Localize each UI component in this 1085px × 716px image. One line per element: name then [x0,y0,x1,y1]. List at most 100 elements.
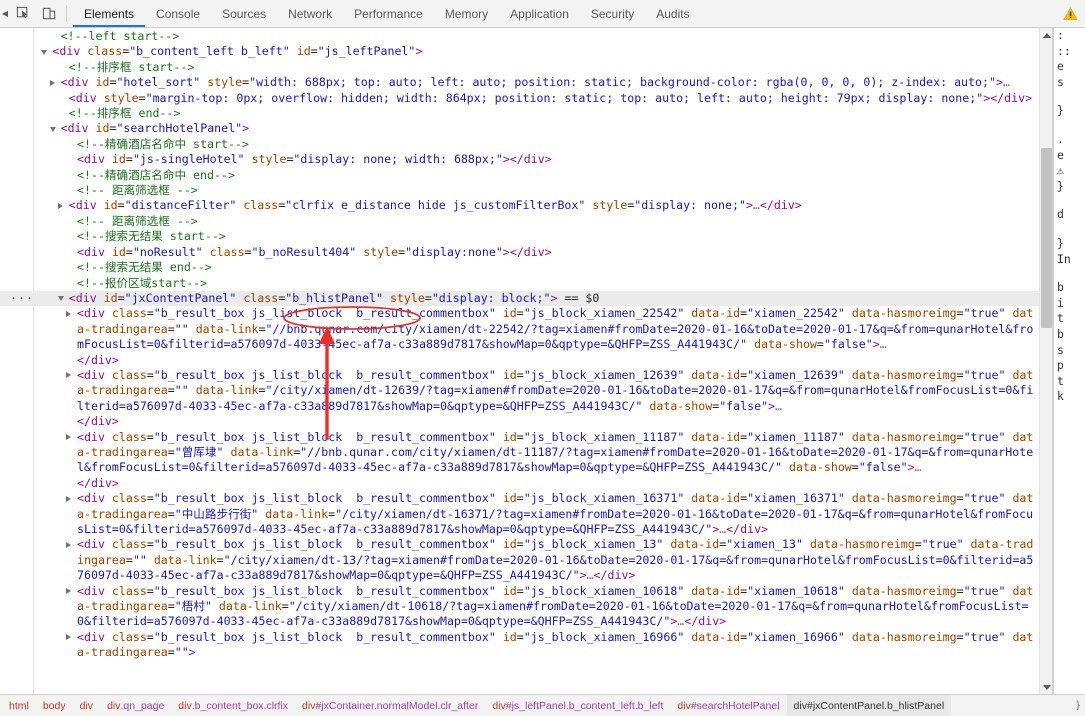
tab-console[interactable]: Console [145,0,211,27]
styles-strip-line[interactable]: : [1054,28,1085,44]
dom-attr-value[interactable]: "js_leftPanel" [318,44,416,58]
dom-attr-name[interactable]: id [104,198,118,212]
dom-tree-row[interactable]: <div class="b_result_box js_list_block b… [0,537,1039,583]
dom-attr-name[interactable]: data-link [219,599,282,613]
dom-attr-name[interactable]: data-hasmoreimg [852,430,957,444]
dom-attr-value[interactable]: "js-singleHotel" [133,152,245,166]
dom-attr-name[interactable]: data-hasmoreimg [852,368,957,382]
dom-attr-value[interactable]: "xiamen_16371" [747,491,845,505]
dom-attr-name[interactable]: class [112,584,147,598]
tab-network[interactable]: Network [277,0,343,27]
dom-attr-name[interactable]: class [112,430,147,444]
dom-attr-value[interactable]: "" [175,322,189,336]
dom-attr-name[interactable]: data-link [230,445,293,459]
dom-attr-value[interactable]: "true" [964,491,1006,505]
dom-attr-value[interactable]: "b_result_box js_list_block b_result_com… [154,537,496,551]
tab-application[interactable]: Application [499,0,580,27]
dom-tree-row[interactable]: </div> [0,353,1039,368]
dom-tree-row[interactable]: <!-- 距离筛选框 --> [0,183,1039,198]
dom-attr-name[interactable]: style [592,198,627,212]
dom-attr-value[interactable]: "b_noResult404" [252,245,357,259]
dom-attr-name[interactable]: id [104,291,118,305]
dom-attr-value[interactable]: "clrfix e_distance hide js_customFilterB… [285,198,585,212]
breadcrumb-item[interactable]: div #jxContentPanel.b_hlistPanel [786,695,952,716]
scroll-down-arrow-icon[interactable] [1040,680,1052,694]
dom-attr-value[interactable]: "b_result_box js_list_block b_result_com… [154,368,496,382]
dom-attr-value[interactable]: "xiamen_12639" [747,368,845,382]
dom-expand-toggle-icon[interactable] [41,49,48,55]
dom-attr-name[interactable]: data-id [670,537,719,551]
dom-attr-value[interactable]: "true" [922,537,964,551]
dom-attr-value[interactable]: "noResult" [133,245,203,259]
dom-attr-name[interactable]: id [503,430,517,444]
tab-sources[interactable]: Sources [211,0,277,27]
dom-attr-name[interactable]: class [243,291,278,305]
dom-attr-value[interactable]: "曾厍埭" [175,445,224,459]
dom-tree-row[interactable]: <!--left start--> [0,29,1039,44]
dom-attr-name[interactable]: data-id [691,630,740,644]
styles-strip-line[interactable]: s [1054,343,1085,359]
dom-expand-toggle-icon[interactable] [66,541,71,548]
dom-tree-row[interactable]: <!--排序框 end--> [0,106,1039,121]
dom-attr-value[interactable]: "b_content_left b_left" [129,44,290,58]
tab-security[interactable]: Security [580,0,645,27]
dom-expand-toggle-icon[interactable] [66,588,71,595]
dom-attr-value[interactable]: "xiamen_11187" [747,430,845,444]
dom-tree-row[interactable]: <!-- 距离筛选框 --> [0,214,1039,229]
dom-attr-value[interactable]: "display: block;" [432,291,551,305]
dom-tree-row[interactable]: ··· <div id="jxContentPanel" class="b_hli… [0,290,1039,307]
dom-tree-row[interactable]: <div id="distanceFilter" class="clrfix e… [0,198,1039,213]
styles-strip-line[interactable]: :: [1054,44,1085,60]
dom-attr-value[interactable]: "b_result_box js_list_block b_result_com… [154,491,496,505]
dom-attr-name[interactable]: data-show [649,399,712,413]
dom-expand-toggle-icon[interactable] [66,495,71,502]
dom-tree-row[interactable]: <div id="hotel_sort" style="width: 688px… [0,75,1039,90]
chevron-left-icon[interactable]: ◀ [0,0,10,27]
styles-strip-line[interactable]: b [1054,280,1085,296]
dom-tree-row[interactable]: <div id="js-singleHotel" style="display:… [0,152,1039,167]
dom-tree-row[interactable]: <div class="b_content_left b_left" id="j… [0,44,1039,59]
dom-attr-value[interactable]: "b_result_box js_list_block b_result_com… [154,430,496,444]
dom-attr-name[interactable]: id [503,630,517,644]
dom-tree-row[interactable]: <!--报价区域start--> [0,276,1039,291]
styles-strip-line[interactable]: k [1054,389,1085,405]
dom-tree-row[interactable]: <div id="searchHotelPanel"> [0,121,1039,136]
breadcrumb-item[interactable]: body [36,695,73,716]
dom-attr-value[interactable]: "b_result_box js_list_block b_result_com… [154,630,496,644]
breadcrumb-item[interactable]: div .qn_page [100,695,171,716]
dom-tree-row[interactable]: <div class="b_result_box js_list_block b… [0,491,1039,537]
dom-attr-name[interactable]: class [210,245,245,259]
dom-attr-name[interactable]: id [503,368,517,382]
dom-attr-name[interactable]: class [112,306,147,320]
dom-tree-row[interactable]: <!--排序框 start--> [0,60,1039,75]
dom-attr-value[interactable]: "js_block_xiamen_16966" [524,630,685,644]
dom-tree-pane[interactable]: <!--left start--> <div class="b_content_l… [0,28,1053,694]
dom-attr-name[interactable]: data-link [196,322,259,336]
dom-attr-name[interactable]: data-hasmoreimg [852,584,957,598]
dom-tree-row[interactable]: <div id="noResult" class="b_noResult404"… [0,245,1039,260]
dom-attr-name[interactable]: style [207,75,242,89]
dom-attr-value[interactable]: "searchHotelPanel" [116,121,242,135]
styles-strip-line[interactable]: . [1054,132,1085,148]
dom-attr-value[interactable]: "xiamen_10618" [747,584,845,598]
dom-attr-value[interactable]: "xiamen_13" [726,537,803,551]
dom-tree-row[interactable]: <!--搜索无结果 start--> [0,229,1039,244]
dom-attr-value[interactable]: "js_block_xiamen_11187" [524,430,685,444]
dom-attr-value[interactable]: "" [175,383,189,397]
dom-expand-toggle-icon[interactable] [57,202,63,209]
tab-memory[interactable]: Memory [434,0,499,27]
breadcrumb[interactable]: html body div div .qn_page div .b_content_box.… [0,694,1085,716]
dom-expand-toggle-icon[interactable] [66,310,71,317]
breadcrumb-item[interactable]: html [2,695,36,716]
dom-expand-toggle-icon[interactable] [66,433,71,440]
dom-tree-row[interactable]: <!--精确酒店名命中 end--> [0,168,1039,183]
styles-strip-line[interactable]: p [1054,358,1085,374]
dom-attr-name[interactable]: data-hasmoreimg [810,537,915,551]
dom-attr-name[interactable]: style [390,291,425,305]
breadcrumb-item[interactable]: div .b_content_box.clrfix [171,695,295,716]
dom-attr-value[interactable]: "true" [964,368,1006,382]
dom-tree-row[interactable]: <div class="b_result_box js_list_block b… [0,368,1039,414]
styles-strip-line[interactable]: In [1054,252,1085,268]
dom-attr-value[interactable]: "" [175,645,189,659]
tab-audits[interactable]: Audits [645,0,700,27]
